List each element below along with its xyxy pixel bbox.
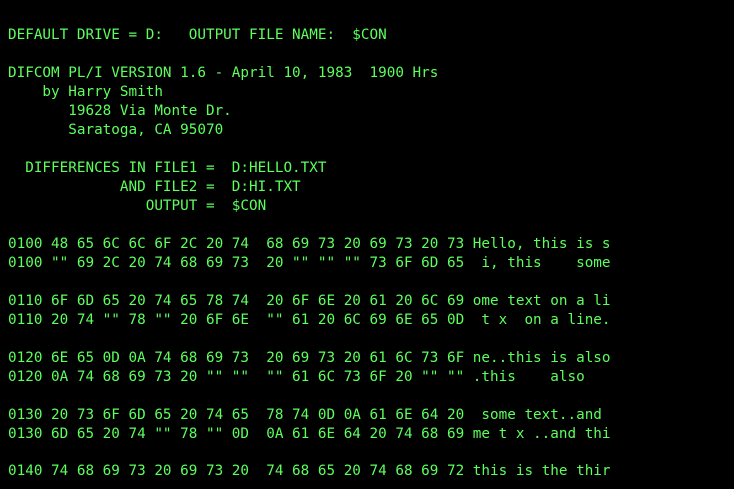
- dump-row: 0110 20 74 "" 78 "" 20 6F 6E "" 61 20 6C…: [8, 312, 611, 328]
- terminal-screen: DEFAULT DRIVE = D: OUTPUT FILE NAME: $CO…: [0, 0, 734, 489]
- program-title-line: DIFCOM PL/I VERSION 1.6 - April 10, 1983…: [8, 65, 439, 81]
- dump-row: 0110 6F 6D 65 20 74 65 78 74 20 6F 6E 20…: [8, 293, 611, 309]
- default-drive-line: DEFAULT DRIVE = D: OUTPUT FILE NAME: $CO…: [8, 27, 387, 43]
- dump-row: 0100 48 65 6C 6C 6F 2C 20 74 68 69 73 20…: [8, 236, 611, 252]
- file1-line: DIFFERENCES IN FILE1 = D:HELLO.TXT: [8, 160, 327, 176]
- output-line: OUTPUT = $CON: [8, 198, 267, 214]
- file2-line: AND FILE2 = D:HI.TXT: [8, 179, 301, 195]
- dump-row: 0120 0A 74 68 69 73 20 "" "" "" 61 6C 73…: [8, 369, 585, 385]
- dump-row: 0130 6D 65 20 74 "" 78 "" 0D 0A 61 6E 64…: [8, 426, 611, 442]
- dump-row: 0140 74 68 69 73 20 69 73 20 74 68 65 20…: [8, 463, 611, 479]
- address-street-line: 19628 Via Monte Dr.: [8, 103, 232, 119]
- dump-row: 0120 6E 65 0D 0A 74 68 69 73 20 69 73 20…: [8, 350, 611, 366]
- address-city-line: Saratoga, CA 95070: [8, 122, 224, 138]
- dump-row: 0100 "" 69 2C 20 74 68 69 73 20 "" "" ""…: [8, 255, 611, 271]
- author-line: by Harry Smith: [8, 84, 163, 100]
- dump-row: 0130 20 73 6F 6D 65 20 74 65 78 74 0D 0A…: [8, 407, 602, 423]
